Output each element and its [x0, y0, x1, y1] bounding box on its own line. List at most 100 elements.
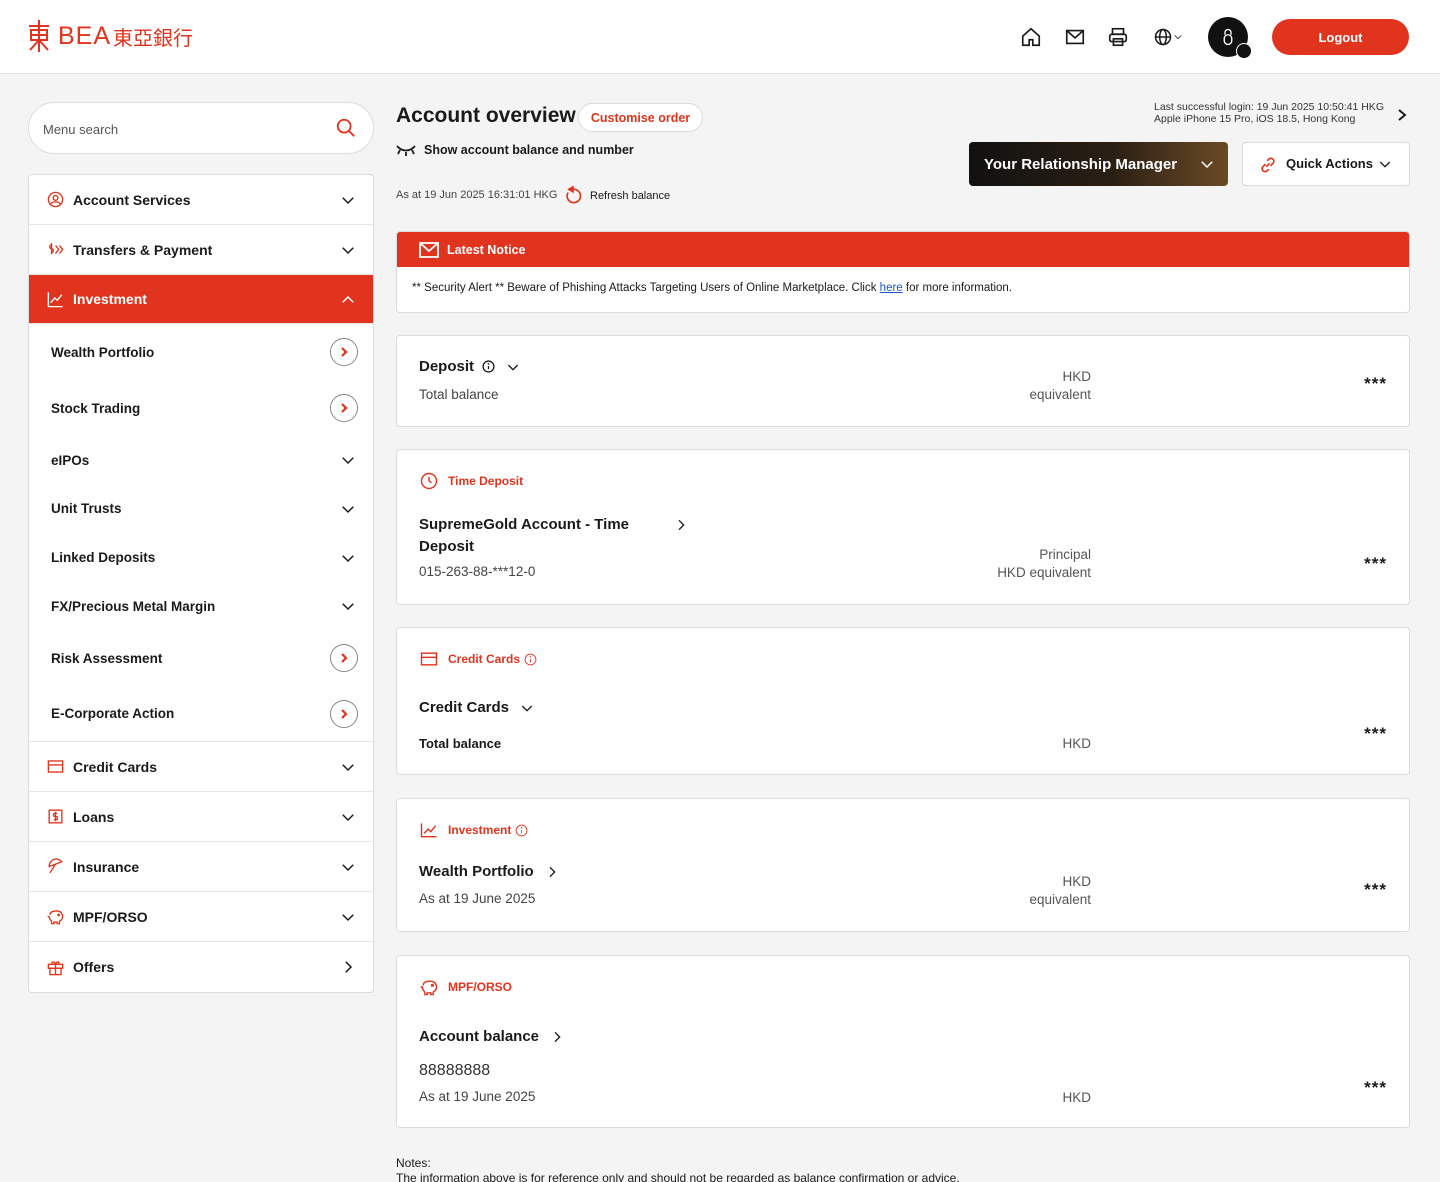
chevron-right-icon[interactable] [1396, 108, 1408, 122]
sidebar-item-label: Credit Cards [73, 758, 158, 775]
chevron-down-icon[interactable] [505, 359, 521, 375]
relationship-manager-button[interactable]: Your Relationship Manager [969, 142, 1228, 186]
submenu-item-risk-assessment[interactable]: Risk Assessment [29, 630, 373, 686]
info-icon[interactable] [524, 653, 537, 666]
menu-search [28, 102, 374, 154]
investment-date: As at 19 June 2025 [419, 891, 536, 906]
time-deposit-currency: Principal HKD equivalent [997, 546, 1091, 582]
user-profile-avatar[interactable] [1208, 17, 1252, 59]
relationship-manager-label: Your Relationship Manager [984, 155, 1178, 173]
printer-icon[interactable] [1105, 24, 1131, 50]
language-globe-icon[interactable] [1150, 24, 1186, 50]
masked-balance: *** [1364, 554, 1387, 573]
submenu-item-label: Linked Deposits [51, 550, 156, 565]
menu-search-input[interactable] [43, 117, 323, 141]
mpf-title-text: Account balance [419, 1028, 540, 1045]
submenu-item-fx-precious-metal-margin[interactable]: FX/Precious Metal Margin [29, 582, 373, 630]
masked-balance: *** [1364, 724, 1387, 743]
sidebar-item-transfers-payment[interactable]: Transfers & Payment [29, 225, 373, 275]
deposit-title-text: Deposit [419, 358, 475, 375]
chevron-down-icon [339, 451, 357, 469]
submenu-item-e-corporate-action[interactable]: E-Corporate Action [29, 686, 373, 742]
sidebar-item-label: Insurance [73, 858, 140, 875]
sidebar-item-account-services[interactable]: Account Services [29, 175, 373, 225]
chevron-right-circle-icon [330, 699, 358, 728]
sidebar-item-offers[interactable]: Offers [29, 942, 373, 992]
notice-text-end: for more information. [902, 282, 1012, 294]
home-icon[interactable] [1018, 24, 1044, 50]
submenu-item-wealth-portfolio[interactable]: Wealth Portfolio [29, 324, 373, 380]
refresh-balance-button[interactable]: Refresh balance [563, 186, 670, 206]
sidebar-item-mpf-orso[interactable]: MPF/ORSO [29, 892, 373, 942]
latest-notice-message: ** Security Alert ** Beware of Phishing … [397, 267, 1409, 294]
mpf-date: As at 19 June 2025 [419, 1089, 536, 1104]
show-balance-label: Show account balance and number [424, 143, 634, 157]
wealth-portfolio-title[interactable]: Wealth Portfolio [419, 863, 560, 880]
submenu-item-unit-trusts[interactable]: Unit Trusts [29, 484, 373, 533]
notes: Notes: The information above is for refe… [396, 1156, 960, 1182]
currency-line: Principal [1039, 547, 1091, 562]
sidebar-menu: Account Services Transfers & Payment Inv… [28, 174, 374, 993]
user-circle-icon [45, 190, 65, 210]
chevron-up-icon [339, 291, 357, 309]
deposit-title[interactable]: Deposit [419, 358, 521, 375]
section-label: Investment [448, 823, 512, 837]
chevron-down-icon [339, 241, 357, 259]
settings-gear-icon [1236, 43, 1252, 59]
piggy-bank-icon [45, 907, 65, 927]
sidebar-item-label: Loans [73, 808, 115, 825]
notice-text: ** Security Alert ** Beware of Phishing … [412, 282, 880, 294]
chevron-right-icon[interactable] [544, 864, 560, 880]
investment-section-label: Investment [419, 820, 528, 840]
latest-notice-title: Latest Notice [447, 242, 526, 257]
sidebar-item-loans[interactable]: Loans [29, 792, 373, 842]
notice-here-link[interactable]: here [880, 282, 903, 294]
chevron-right-icon[interactable] [673, 517, 689, 533]
last-login-time: Last successful login: 19 Jun 2025 10:50… [1154, 101, 1384, 113]
sidebar-item-label: Investment [73, 291, 147, 307]
mpf-orso-card: MPF/ORSO Account balance 88888888 As at … [396, 955, 1410, 1128]
submenu-item-stock-trading[interactable]: Stock Trading [29, 380, 373, 436]
credit-cards-title[interactable]: Credit Cards [419, 699, 535, 716]
customise-order-button[interactable]: Customise order [578, 103, 703, 132]
piggy-bank-icon [420, 980, 438, 996]
chevron-right-icon[interactable] [549, 1029, 565, 1045]
section-label: Time Deposit [448, 474, 524, 488]
mpf-currency: HKD [1062, 1090, 1091, 1105]
deposit-subtitle: Total balance [419, 387, 499, 402]
logout-button[interactable]: Logout [1272, 19, 1409, 55]
chevron-right-circle-icon [330, 644, 358, 672]
submenu-item-eipos[interactable]: eIPOs [29, 436, 373, 484]
mpf-account-balance-title[interactable]: Account balance [419, 1028, 565, 1045]
transfer-icon [45, 240, 65, 260]
deposit-currency: HKD equivalent [1029, 368, 1091, 404]
show-balance-toggle[interactable]: Show account balance and number [396, 143, 634, 157]
mpf-account-number: 88888888 [419, 1062, 491, 1079]
submenu-item-linked-deposits[interactable]: Linked Deposits [29, 533, 373, 582]
currency-line: equivalent [1029, 387, 1091, 402]
chevron-right-icon [339, 958, 357, 976]
mail-icon[interactable] [1062, 24, 1088, 50]
credit-card-icon [420, 652, 438, 666]
chevron-down-icon [339, 858, 357, 876]
info-icon[interactable] [515, 824, 528, 837]
sidebar-item-investment[interactable]: Investment [29, 275, 373, 324]
dollar-box-icon [45, 807, 65, 827]
chevron-down-icon [1198, 155, 1216, 173]
chevron-down-icon [339, 808, 357, 826]
info-icon[interactable] [482, 360, 495, 373]
chevron-down-icon [339, 500, 357, 518]
credit-card-icon [45, 757, 65, 777]
quick-actions-button[interactable]: Quick Actions [1242, 142, 1410, 186]
sidebar-item-insurance[interactable]: Insurance [29, 842, 373, 892]
bea-logo[interactable]: BEA 東亞銀行 [26, 18, 193, 54]
search-icon[interactable] [335, 117, 359, 141]
sidebar-item-credit-cards[interactable]: Credit Cards [29, 742, 373, 792]
chart-line-icon [420, 823, 437, 838]
time-deposit-account-title[interactable]: SupremeGold Account - Time Deposit [419, 514, 689, 558]
section-label: MPF/ORSO [448, 980, 513, 994]
chevron-down-icon [339, 758, 357, 776]
chevron-down-icon[interactable] [519, 700, 535, 716]
logo-chinese-text: 東亞銀行 [113, 27, 194, 50]
masked-balance: *** [1364, 1078, 1387, 1097]
